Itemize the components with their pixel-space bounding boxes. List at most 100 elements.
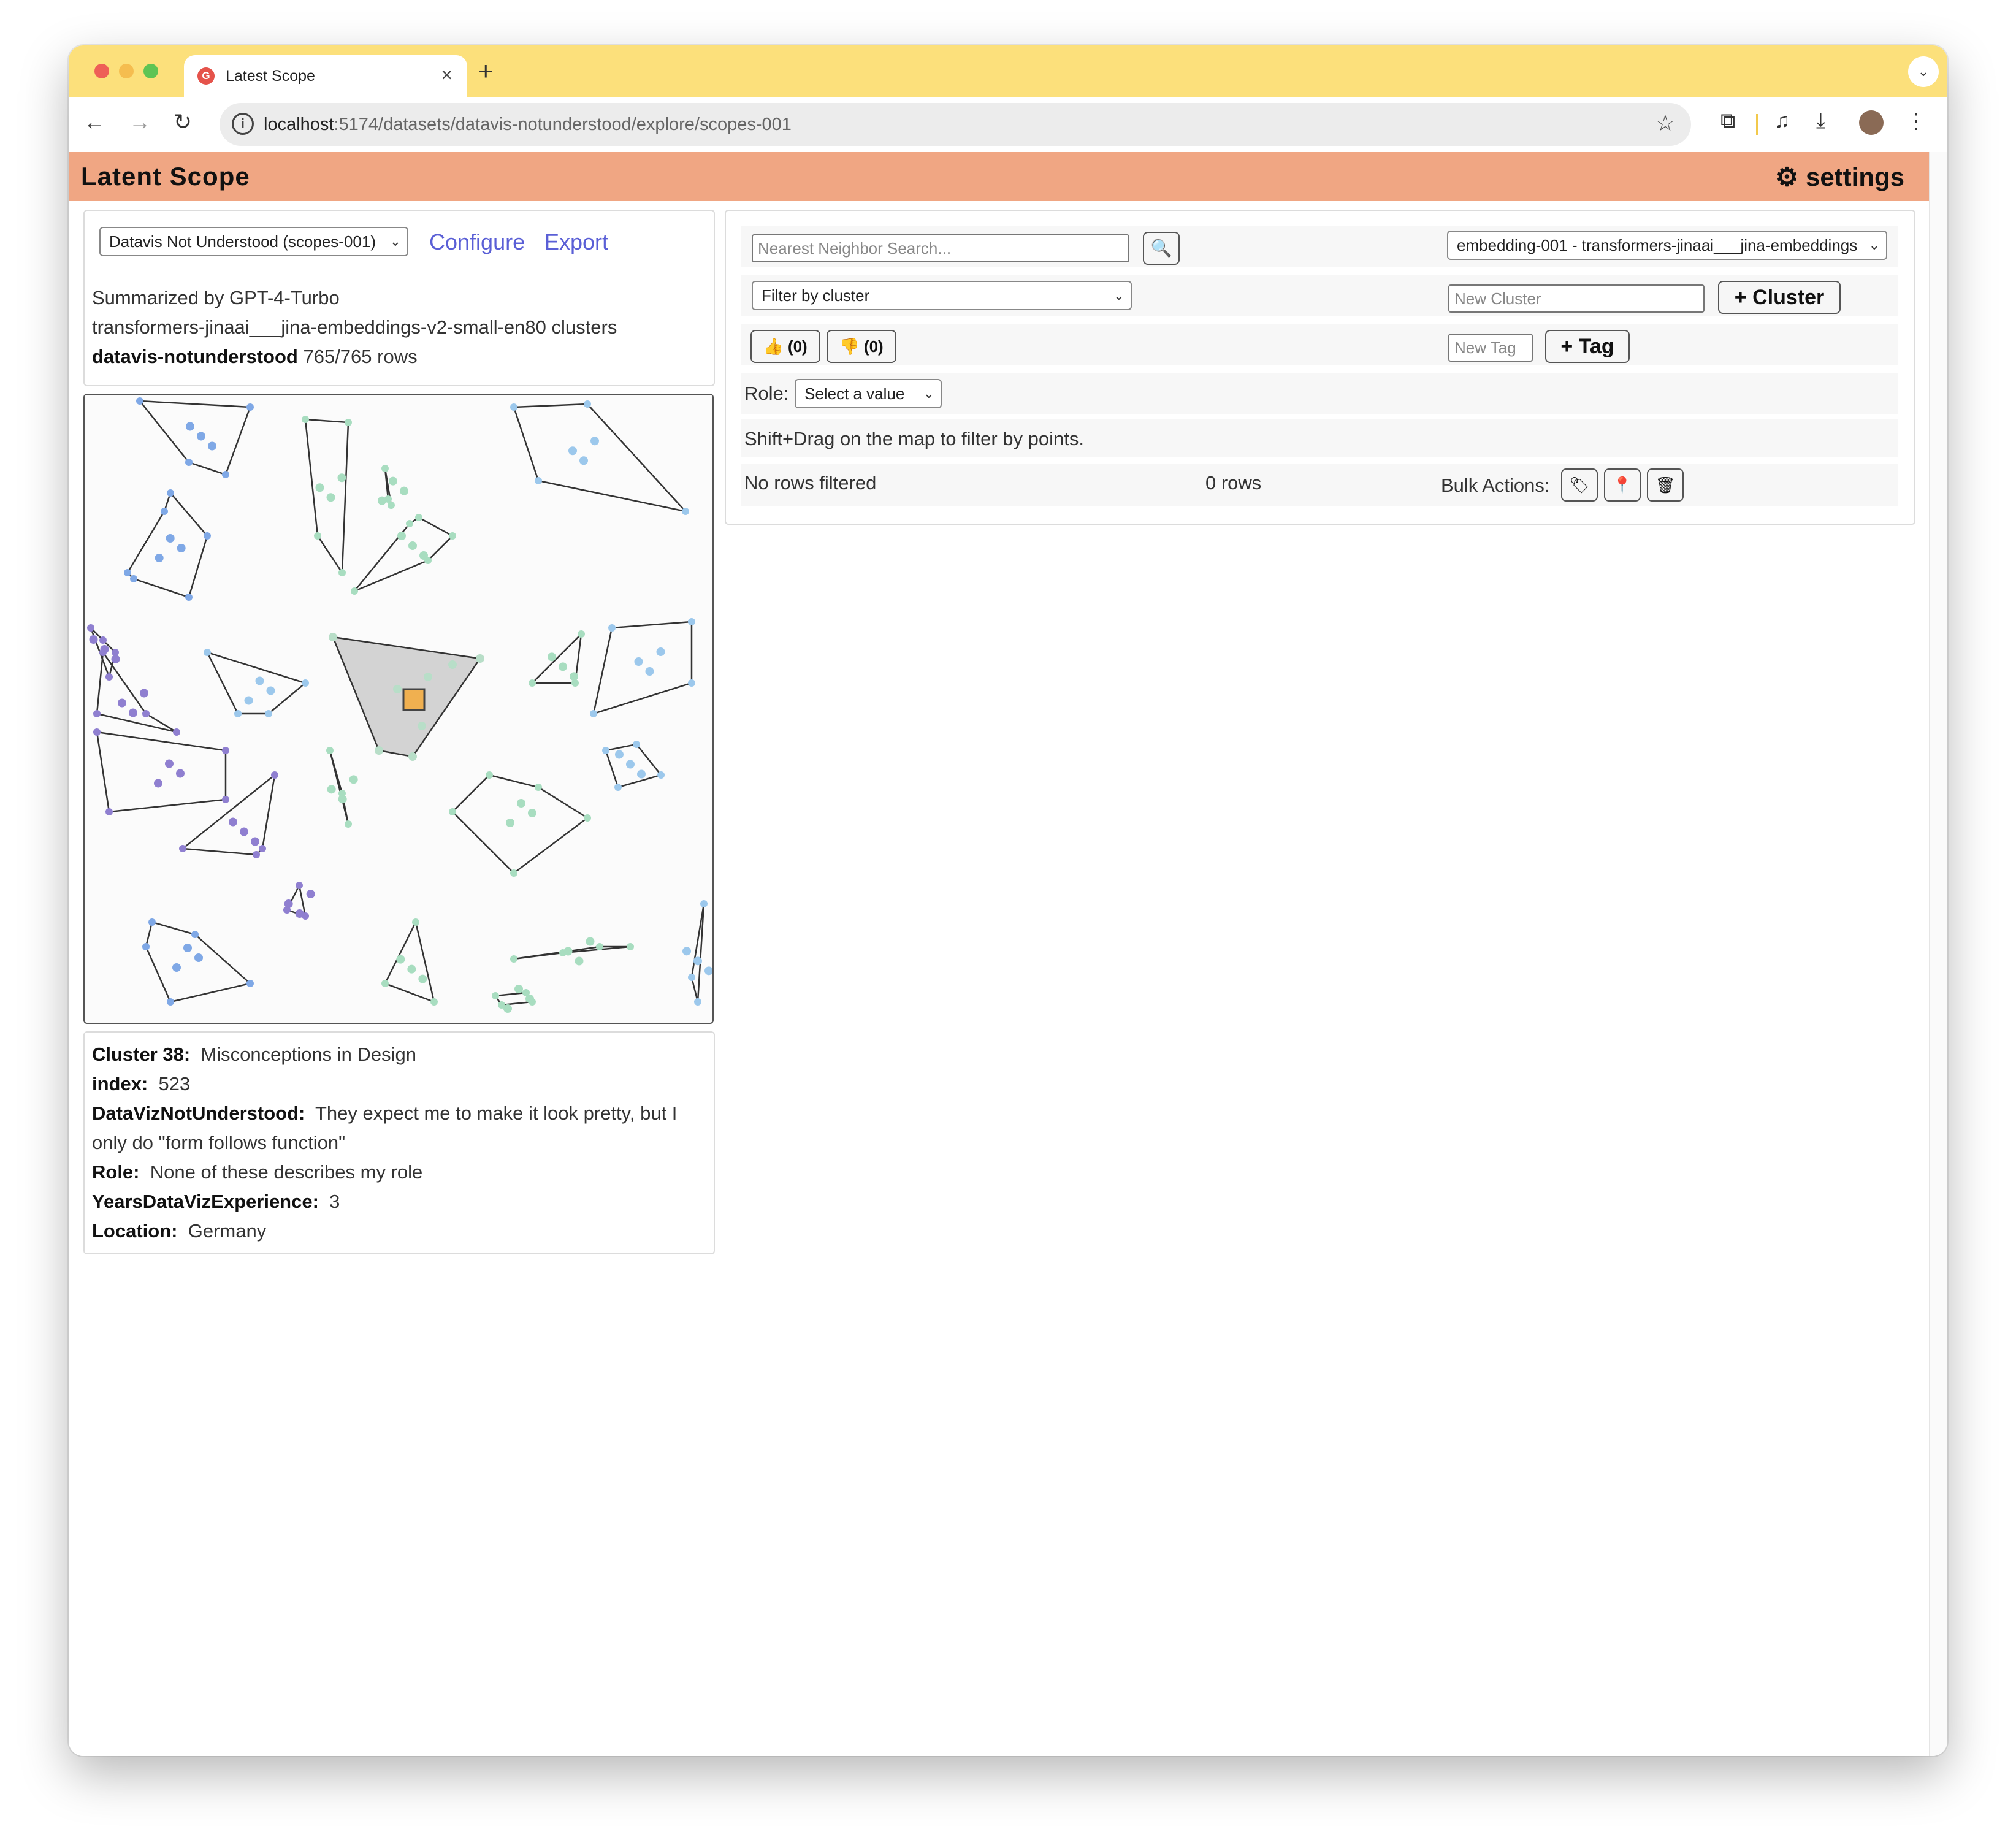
map-point[interactable]: [167, 998, 174, 1006]
map-point[interactable]: [142, 943, 150, 950]
map-point[interactable]: [173, 728, 180, 736]
map-point[interactable]: [627, 943, 634, 950]
map-point[interactable]: [645, 667, 654, 676]
map-point[interactable]: [253, 851, 260, 858]
extensions-icon[interactable]: ⧉: [1720, 109, 1735, 133]
map-point[interactable]: [191, 931, 199, 938]
map-point[interactable]: [637, 769, 646, 779]
cluster-hull[interactable]: [354, 516, 454, 592]
map-point[interactable]: [396, 955, 405, 964]
map-point[interactable]: [140, 689, 148, 698]
map-point[interactable]: [208, 441, 216, 451]
map-point[interactable]: [503, 1004, 512, 1013]
map-point[interactable]: [327, 785, 336, 794]
settings-link[interactable]: ⚙ settings: [1776, 162, 1904, 192]
embedding-select[interactable]: embedding-001 - transformers-jinaai___ji…: [1447, 231, 1887, 260]
map-point[interactable]: [111, 655, 120, 663]
map-point[interactable]: [418, 974, 427, 983]
map-point[interactable]: [338, 795, 347, 804]
map-point[interactable]: [704, 966, 712, 976]
map-point[interactable]: [682, 947, 691, 956]
map-point[interactable]: [406, 520, 413, 527]
map-point[interactable]: [570, 672, 578, 681]
reload-icon[interactable]: ↻: [169, 109, 196, 135]
map-point[interactable]: [563, 947, 573, 956]
map-point[interactable]: [234, 710, 242, 717]
map-point[interactable]: [172, 963, 181, 972]
map-point[interactable]: [389, 476, 397, 486]
map-point[interactable]: [510, 869, 517, 877]
map-point[interactable]: [430, 998, 438, 1006]
map-point[interactable]: [240, 827, 248, 836]
filter-cluster-select[interactable]: Filter by cluster ⌄: [752, 281, 1132, 310]
new-cluster-input[interactable]: New Cluster: [1448, 284, 1705, 313]
map-point[interactable]: [378, 496, 386, 505]
map-point[interactable]: [615, 750, 624, 759]
map-point[interactable]: [129, 708, 137, 717]
map-point[interactable]: [449, 808, 456, 815]
map-point[interactable]: [166, 534, 175, 543]
bulk-delete-button[interactable]: 🗑: [1647, 468, 1684, 502]
map-point[interactable]: [326, 747, 334, 754]
bulk-cluster-button[interactable]: 📍: [1604, 468, 1641, 502]
map-point[interactable]: [375, 746, 383, 755]
export-link[interactable]: Export: [544, 229, 608, 255]
map-point[interactable]: [510, 403, 517, 411]
map-point[interactable]: [579, 456, 588, 465]
back-icon[interactable]: ←: [81, 109, 108, 135]
map-point[interactable]: [388, 502, 395, 509]
map-point[interactable]: [412, 918, 419, 926]
map-point[interactable]: [155, 554, 164, 562]
address-url[interactable]: localhost:5174/datasets/datavis-notunder…: [264, 115, 792, 135]
map-point[interactable]: [105, 808, 113, 815]
map-point[interactable]: [167, 489, 174, 497]
map-point[interactable]: [590, 710, 597, 717]
map-point[interactable]: [568, 446, 577, 456]
selected-point-marker[interactable]: [402, 688, 426, 711]
cluster-map-canvas[interactable]: [85, 395, 712, 1023]
map-point[interactable]: [244, 696, 253, 705]
map-point[interactable]: [528, 809, 536, 817]
map-point[interactable]: [633, 741, 640, 748]
map-point[interactable]: [124, 569, 131, 576]
map-point[interactable]: [251, 837, 259, 846]
map-point[interactable]: [142, 710, 150, 717]
map-point[interactable]: [590, 437, 599, 446]
map-point[interactable]: [246, 403, 254, 411]
map-point[interactable]: [559, 662, 567, 671]
map-point[interactable]: [265, 710, 272, 717]
map-point[interactable]: [525, 995, 534, 1003]
map-point[interactable]: [197, 432, 205, 441]
configure-link[interactable]: Configure: [429, 229, 525, 255]
forward-icon[interactable]: →: [126, 109, 153, 135]
add-tag-button[interactable]: + Tag: [1545, 330, 1630, 363]
map-point[interactable]: [614, 784, 622, 791]
map-point[interactable]: [99, 636, 107, 644]
cluster-hull[interactable]: [384, 920, 435, 1003]
map-point[interactable]: [517, 799, 525, 808]
map-point[interactable]: [148, 918, 156, 926]
map-point[interactable]: [596, 943, 603, 950]
map-point[interactable]: [345, 419, 352, 426]
browser-tab[interactable]: G Latest Scope ×: [184, 55, 467, 97]
map-point[interactable]: [397, 532, 406, 540]
map-point[interactable]: [407, 964, 416, 974]
new-tag-input[interactable]: New Tag: [1448, 334, 1533, 362]
map-point[interactable]: [161, 508, 168, 515]
map-point[interactable]: [186, 422, 194, 431]
thumbs-up-button[interactable]: 👍 (0): [750, 330, 820, 363]
nearest-neighbor-input[interactable]: Nearest Neighbor Search...: [752, 234, 1129, 262]
map-point[interactable]: [176, 769, 185, 778]
map-point[interactable]: [349, 775, 358, 784]
map-point[interactable]: [408, 752, 417, 761]
map-point[interactable]: [424, 673, 432, 681]
map-point[interactable]: [602, 747, 609, 754]
map-point[interactable]: [700, 900, 708, 907]
map-point[interactable]: [204, 532, 211, 540]
map-point[interactable]: [271, 771, 278, 779]
scope-select[interactable]: Datavis Not Understood (scopes-001) ⌄: [99, 227, 408, 256]
map-point[interactable]: [329, 633, 337, 641]
map-point[interactable]: [535, 477, 542, 484]
role-filter-select[interactable]: Select a value ⌄: [795, 379, 942, 408]
map-point[interactable]: [506, 819, 514, 827]
